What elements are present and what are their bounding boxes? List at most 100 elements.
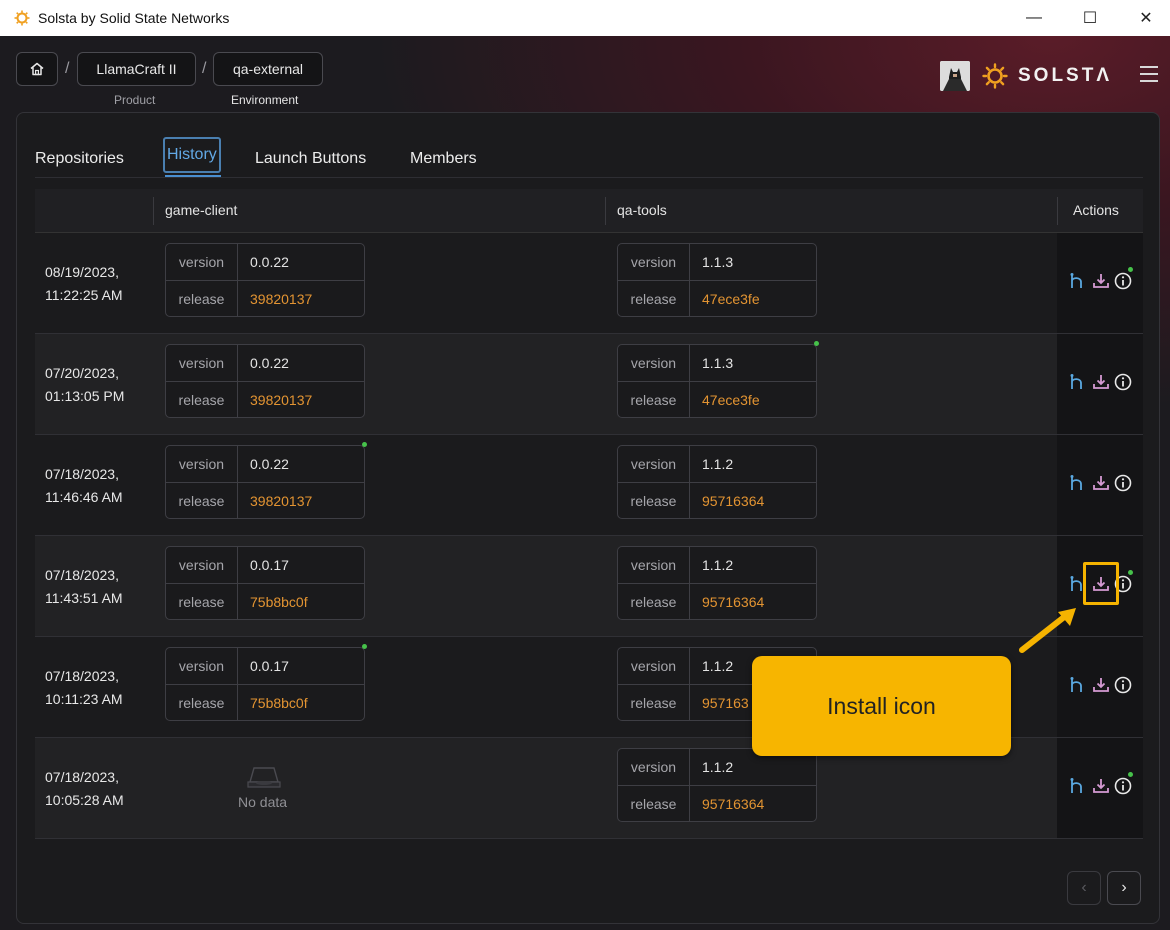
version-value: 0.0.22 <box>250 355 289 371</box>
window-titlebar: Solsta by Solid State Networks — ☐ ✕ <box>0 0 1170 36</box>
release-label: release <box>166 584 238 620</box>
column-header-game-client: game-client <box>165 202 238 218</box>
release-value[interactable]: 39820137 <box>250 483 312 519</box>
breadcrumb-product[interactable]: LlamaCraft II <box>77 52 196 86</box>
release-value[interactable]: 95716364 <box>702 483 764 519</box>
table-row: 07/18/2023, 11:43:51 AM version 0.0.17 r… <box>35 536 1143 637</box>
status-dot <box>1128 570 1133 575</box>
version-label: version <box>166 446 238 482</box>
version-value: 1.1.3 <box>702 355 734 371</box>
table-header: game-client qa-tools Actions <box>35 189 1143 233</box>
info-icon[interactable] <box>1113 271 1133 291</box>
row-time: 11:46:46 AM <box>45 489 123 505</box>
release-value[interactable]: 47ece3fe <box>702 382 760 418</box>
info-icon[interactable] <box>1113 473 1133 493</box>
brand-wordmark: SOLSTΛ <box>1018 65 1113 86</box>
row-date: 07/18/2023, <box>45 668 119 684</box>
release-label: release <box>166 382 238 418</box>
status-dot <box>1128 267 1133 272</box>
info-icon[interactable] <box>1113 675 1133 695</box>
install-icon[interactable] <box>1091 473 1111 493</box>
column-header-actions: Actions <box>1073 202 1119 218</box>
release-value[interactable]: 75b8bc0f <box>250 685 308 721</box>
maximize-button[interactable]: ☐ <box>1062 0 1118 36</box>
release-label: release <box>618 685 690 721</box>
branch-icon[interactable] <box>1067 372 1087 392</box>
qa-tools-card: version 1.1.2 release 95716364 <box>617 445 817 519</box>
install-icon-callout: Install icon <box>752 656 1011 756</box>
version-value: 1.1.2 <box>702 557 734 573</box>
version-label: version <box>618 345 690 381</box>
game-client-card: version 0.0.22 release 39820137 <box>165 344 365 418</box>
release-label: release <box>166 281 238 317</box>
release-value[interactable]: 47ece3fe <box>702 281 760 317</box>
release-label: release <box>166 483 238 519</box>
status-dot <box>362 644 367 649</box>
install-icon-highlight <box>1083 562 1119 605</box>
release-value[interactable]: 957163 <box>702 685 749 721</box>
tab-history[interactable]: History <box>163 137 221 173</box>
install-icon[interactable] <box>1091 776 1111 796</box>
info-icon[interactable] <box>1113 372 1133 392</box>
tab-members[interactable]: Members <box>410 145 477 173</box>
release-label: release <box>618 786 690 822</box>
row-timestamp: 07/18/2023, 10:11:23 AM <box>45 665 123 711</box>
user-avatar[interactable] <box>940 61 970 91</box>
game-client-card: version 0.0.22 release 39820137 <box>165 442 367 519</box>
install-icon[interactable] <box>1091 675 1111 695</box>
branch-icon[interactable] <box>1067 271 1087 291</box>
row-actions <box>1057 334 1143 434</box>
row-date: 08/19/2023, <box>45 264 119 280</box>
release-value[interactable]: 39820137 <box>250 382 312 418</box>
row-timestamp: 07/18/2023, 11:46:46 AM <box>45 463 123 509</box>
install-icon[interactable] <box>1091 372 1111 392</box>
branch-icon[interactable] <box>1067 473 1087 493</box>
row-date: 07/18/2023, <box>45 466 119 482</box>
release-value[interactable]: 39820137 <box>250 281 312 317</box>
previous-page-button[interactable]: ‹ <box>1067 871 1101 905</box>
release-label: release <box>618 584 690 620</box>
next-page-button[interactable]: › <box>1107 871 1141 905</box>
branch-icon[interactable] <box>1067 776 1087 796</box>
hamburger-menu-icon[interactable] <box>1140 66 1158 82</box>
history-panel: Repositories History Launch Buttons Memb… <box>16 112 1160 924</box>
release-label: release <box>618 382 690 418</box>
release-value[interactable]: 95716364 <box>702 584 764 620</box>
info-icon[interactable] <box>1113 776 1133 796</box>
empty-inbox-icon <box>247 767 281 788</box>
row-time: 10:05:28 AM <box>45 792 124 808</box>
close-button[interactable]: ✕ <box>1118 0 1170 36</box>
home-icon <box>30 62 44 76</box>
environment-caption: Environment <box>231 93 299 107</box>
game-client-card: version 0.0.17 release 75b8bc0f <box>165 644 367 721</box>
tab-repositories[interactable]: Repositories <box>35 145 124 173</box>
table-row: 07/20/2023, 01:13:05 PM version 0.0.22 r… <box>35 334 1143 435</box>
minimize-button[interactable]: — <box>1006 0 1062 36</box>
qa-tools-card: version 1.1.3 release 47ece3fe <box>617 341 819 418</box>
version-value: 1.1.2 <box>702 658 734 674</box>
tab-launch-buttons[interactable]: Launch Buttons <box>255 145 366 173</box>
app-body: / LlamaCraft II / qa-external Product En… <box>0 36 1170 930</box>
home-button[interactable] <box>16 52 58 86</box>
status-dot <box>362 442 367 447</box>
install-icon[interactable] <box>1091 271 1111 291</box>
version-label: version <box>618 648 690 684</box>
release-value[interactable]: 95716364 <box>702 786 764 822</box>
version-label: version <box>618 446 690 482</box>
row-timestamp: 08/19/2023, 11:22:25 AM <box>45 261 123 307</box>
qa-tools-card: version 1.1.2 release 95716364 <box>617 748 817 822</box>
version-label: version <box>618 244 690 280</box>
release-label: release <box>166 685 238 721</box>
qa-tools-card: version 1.1.3 release 47ece3fe <box>617 243 817 317</box>
row-date: 07/20/2023, <box>45 365 119 381</box>
solsta-logo-icon <box>982 63 1008 89</box>
release-value[interactable]: 75b8bc0f <box>250 584 308 620</box>
version-label: version <box>618 547 690 583</box>
row-timestamp: 07/20/2023, 01:13:05 PM <box>45 362 124 408</box>
breadcrumb-environment[interactable]: qa-external <box>213 52 323 86</box>
game-client-card: version 0.0.22 release 39820137 <box>165 243 365 317</box>
row-actions <box>1057 738 1143 838</box>
row-date: 07/18/2023, <box>45 567 119 583</box>
row-time: 01:13:05 PM <box>45 388 125 404</box>
branch-icon[interactable] <box>1067 675 1087 695</box>
